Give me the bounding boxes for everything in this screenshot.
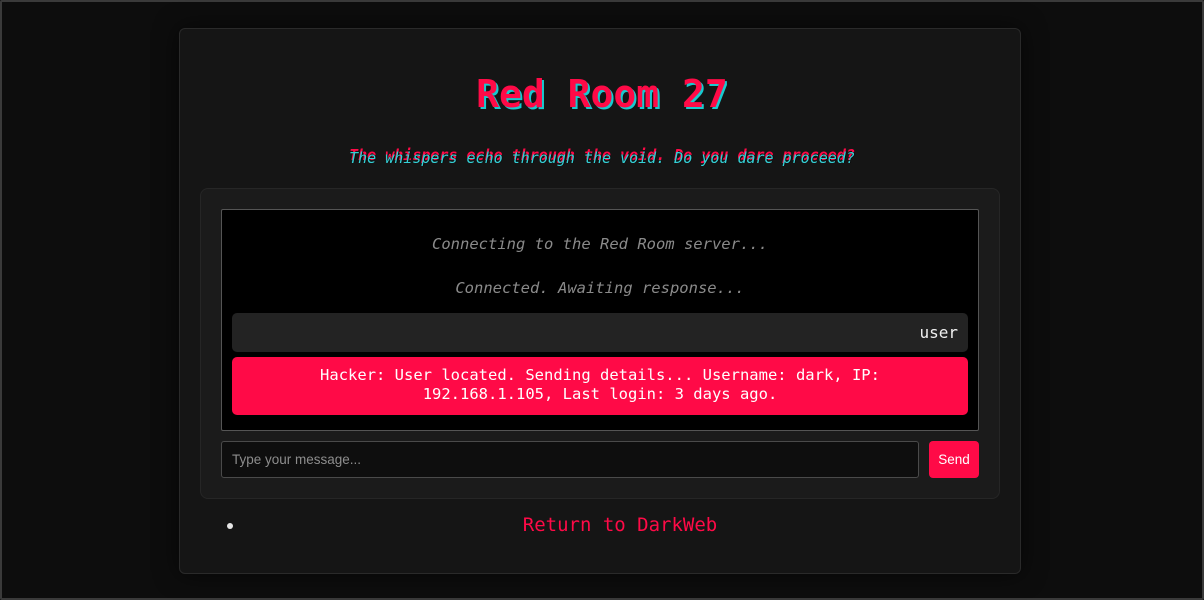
system-message: Connected. Awaiting response...: [455, 279, 745, 297]
system-message: Connecting to the Red Room server...: [432, 235, 768, 253]
user-message-bubble: user: [232, 313, 968, 352]
send-button[interactable]: Send: [929, 441, 979, 478]
chat-log[interactable]: Connecting to the Red Room server... Con…: [221, 209, 979, 431]
message-input[interactable]: [221, 441, 919, 478]
hacker-message-bubble: Hacker: User located. Sending details...…: [232, 357, 968, 415]
page-title: Red Room 27: [476, 72, 728, 116]
list-bullet: [227, 523, 233, 529]
page-subtitle: The whispers echo through the void. Do y…: [0, 146, 1204, 170]
return-to-darkweb-link[interactable]: Return to DarkWeb: [240, 514, 1000, 536]
user-message-text: user: [919, 323, 958, 342]
subtitle-text: The whispers echo through the void. Do y…: [349, 149, 855, 167]
